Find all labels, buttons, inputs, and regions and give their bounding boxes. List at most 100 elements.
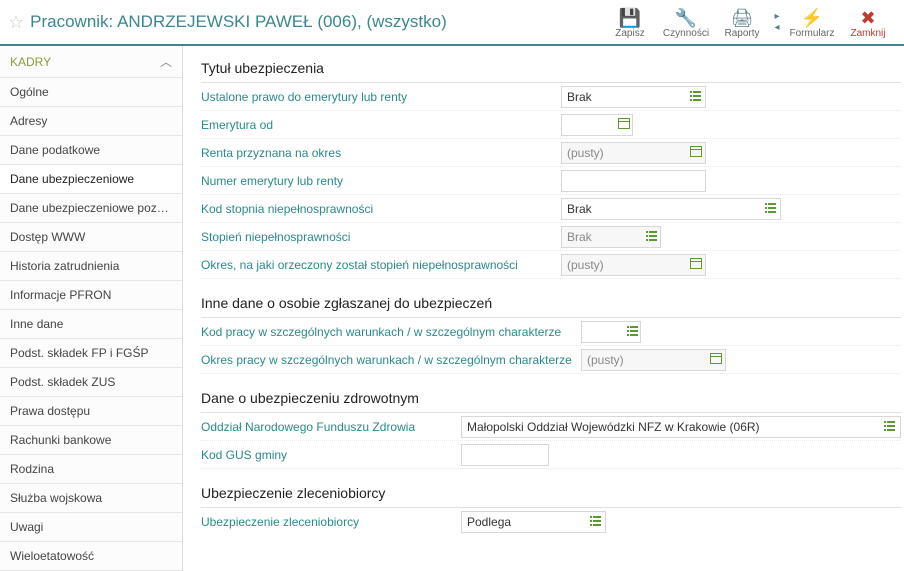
field-gus-code[interactable] <box>461 444 549 466</box>
row-pension-right: Ustalone prawo do emerytury lub renty <box>201 83 901 111</box>
input-pension-right[interactable] <box>562 87 686 107</box>
field-pension-number[interactable] <box>561 170 706 192</box>
input-contractor-insurance[interactable] <box>462 512 586 532</box>
list-icon[interactable] <box>586 515 605 529</box>
close-button[interactable]: ✖ Zamknij <box>840 6 896 39</box>
form-label: Formularz <box>789 28 834 39</box>
field-rent-period[interactable] <box>561 142 706 164</box>
label-gus-code[interactable]: Kod GUS gminy <box>201 448 287 462</box>
list-icon[interactable] <box>642 230 660 244</box>
favorite-star-icon[interactable]: ☆ <box>8 12 24 33</box>
input-disability-degree[interactable] <box>562 227 642 247</box>
close-label: Zamknij <box>850 28 885 39</box>
form-button[interactable]: ⚡ Formularz <box>784 6 840 39</box>
row-disability-degree: Stopień niepełnosprawności <box>201 223 901 251</box>
page-title: Pracownik: ANDRZEJEWSKI PAWEŁ (006), (ws… <box>30 12 447 32</box>
sidebar-item-14[interactable]: Służba wojskowa <box>0 484 182 513</box>
label-special-work-code[interactable]: Kod pracy w szczególnych warunkach / w s… <box>201 325 561 339</box>
sidebar-item-5[interactable]: Dostęp WWW <box>0 223 182 252</box>
input-nfz-branch[interactable] <box>462 417 879 437</box>
input-pension-number[interactable] <box>562 171 705 191</box>
input-special-work-period[interactable] <box>582 350 706 370</box>
list-icon[interactable] <box>625 325 640 339</box>
field-special-work-code[interactable] <box>581 321 641 343</box>
sidebar: KADRY ︿ OgólneAdresyDane podatkoweDane u… <box>0 46 183 571</box>
sidebar-item-13[interactable]: Rodzina <box>0 455 182 484</box>
label-disability-degree[interactable]: Stopień niepełnosprawności <box>201 230 350 244</box>
section-title-health: Dane o ubezpieczeniu zdrowotnym <box>201 380 901 413</box>
input-gus-code[interactable] <box>462 445 548 465</box>
section-title-other: Inne dane o osobie zgłaszanej do ubezpie… <box>201 285 901 318</box>
field-retirement-from[interactable] <box>561 114 633 136</box>
calendar-icon[interactable] <box>706 353 725 367</box>
input-rent-period[interactable] <box>562 143 686 163</box>
label-disability-code[interactable]: Kod stopnia niepełnosprawności <box>201 202 373 216</box>
sidebar-item-10[interactable]: Podst. składek ZUS <box>0 368 182 397</box>
sidebar-item-0[interactable]: Ogólne <box>0 78 182 107</box>
main-content: Tytuł ubezpieczenia Ustalone prawo do em… <box>183 46 904 571</box>
bolt-icon: ⚡ <box>784 8 840 28</box>
label-special-work-period[interactable]: Okres pracy w szczególnych warunkach / w… <box>201 353 572 367</box>
toolbar-collapse-toggle[interactable]: ▸◂ <box>770 11 784 33</box>
chevron-up-icon: ︿ <box>160 53 172 70</box>
close-icon: ✖ <box>840 8 896 28</box>
input-special-work-code[interactable] <box>582 322 625 342</box>
field-disability-period[interactable] <box>561 254 706 276</box>
calendar-icon[interactable] <box>686 146 705 160</box>
sidebar-item-2[interactable]: Dane podatkowe <box>0 136 182 165</box>
row-special-work-code: Kod pracy w szczególnych warunkach / w s… <box>201 318 901 346</box>
row-rent-period: Renta przyznana na okres <box>201 139 901 167</box>
sidebar-item-1[interactable]: Adresy <box>0 107 182 136</box>
field-disability-code[interactable] <box>561 198 781 220</box>
sidebar-item-3[interactable]: Dane ubezpieczeniowe <box>0 165 182 194</box>
row-contractor-insurance: Ubezpieczenie zleceniobiorcy <box>201 508 901 536</box>
sidebar-item-11[interactable]: Prawa dostępu <box>0 397 182 426</box>
field-pension-right[interactable] <box>561 86 706 108</box>
row-disability-code: Kod stopnia niepełnosprawności <box>201 195 901 223</box>
reports-button[interactable]: 🖨 Raporty <box>714 6 770 39</box>
sidebar-item-9[interactable]: Podst. składek FP i FGŚP <box>0 339 182 368</box>
reports-label: Raporty <box>724 28 759 39</box>
list-icon[interactable] <box>760 202 780 216</box>
section-title-contractor: Ubezpieczenie zleceniobiorcy <box>201 475 901 508</box>
input-disability-period[interactable] <box>562 255 686 275</box>
actions-label: Czynności <box>663 28 709 39</box>
label-disability-period[interactable]: Okres, na jaki orzeczony został stopień … <box>201 258 518 272</box>
label-rent-period[interactable]: Renta przyznana na okres <box>201 146 341 160</box>
field-special-work-period[interactable] <box>581 349 726 371</box>
calendar-icon[interactable] <box>616 118 632 132</box>
wrench-icon: 🔧 <box>658 8 714 28</box>
label-pension-number[interactable]: Numer emerytury lub renty <box>201 174 343 188</box>
field-nfz-branch[interactable] <box>461 416 901 438</box>
sidebar-head[interactable]: KADRY ︿ <box>0 46 182 78</box>
label-pension-right[interactable]: Ustalone prawo do emerytury lub renty <box>201 90 407 104</box>
label-retirement-from[interactable]: Emerytura od <box>201 118 273 132</box>
row-pension-number: Numer emerytury lub renty <box>201 167 901 195</box>
input-disability-code[interactable] <box>562 199 760 219</box>
calendar-icon[interactable] <box>686 258 705 272</box>
field-disability-degree[interactable] <box>561 226 661 248</box>
sidebar-item-15[interactable]: Uwagi <box>0 513 182 542</box>
printer-icon: 🖨 <box>714 8 770 28</box>
list-icon[interactable] <box>686 90 705 104</box>
actions-button[interactable]: 🔧 Czynności <box>658 6 714 39</box>
sidebar-head-label: KADRY <box>10 55 51 69</box>
list-icon[interactable] <box>879 420 900 434</box>
save-icon: 💾 <box>602 8 658 28</box>
input-retirement-from[interactable] <box>562 115 616 135</box>
section-title-insurance: Tytuł ubezpieczenia <box>201 50 901 83</box>
sidebar-item-7[interactable]: Informacje PFRON <box>0 281 182 310</box>
field-contractor-insurance[interactable] <box>461 511 606 533</box>
sidebar-item-4[interactable]: Dane ubezpieczeniowe pozos... <box>0 194 182 223</box>
topbar: ☆ Pracownik: ANDRZEJEWSKI PAWEŁ (006), (… <box>0 0 904 46</box>
sidebar-item-8[interactable]: Inne dane <box>0 310 182 339</box>
sidebar-item-6[interactable]: Historia zatrudnienia <box>0 252 182 281</box>
label-contractor-insurance[interactable]: Ubezpieczenie zleceniobiorcy <box>201 515 359 529</box>
sidebar-item-16[interactable]: Wieloetatowość <box>0 542 182 571</box>
row-retirement-from: Emerytura od <box>201 111 901 139</box>
save-button[interactable]: 💾 Zapisz <box>602 6 658 39</box>
sidebar-item-12[interactable]: Rachunki bankowe <box>0 426 182 455</box>
row-gus-code: Kod GUS gminy <box>201 441 901 469</box>
row-nfz-branch: Oddział Narodowego Funduszu Zdrowia <box>201 413 901 441</box>
label-nfz-branch[interactable]: Oddział Narodowego Funduszu Zdrowia <box>201 420 415 434</box>
